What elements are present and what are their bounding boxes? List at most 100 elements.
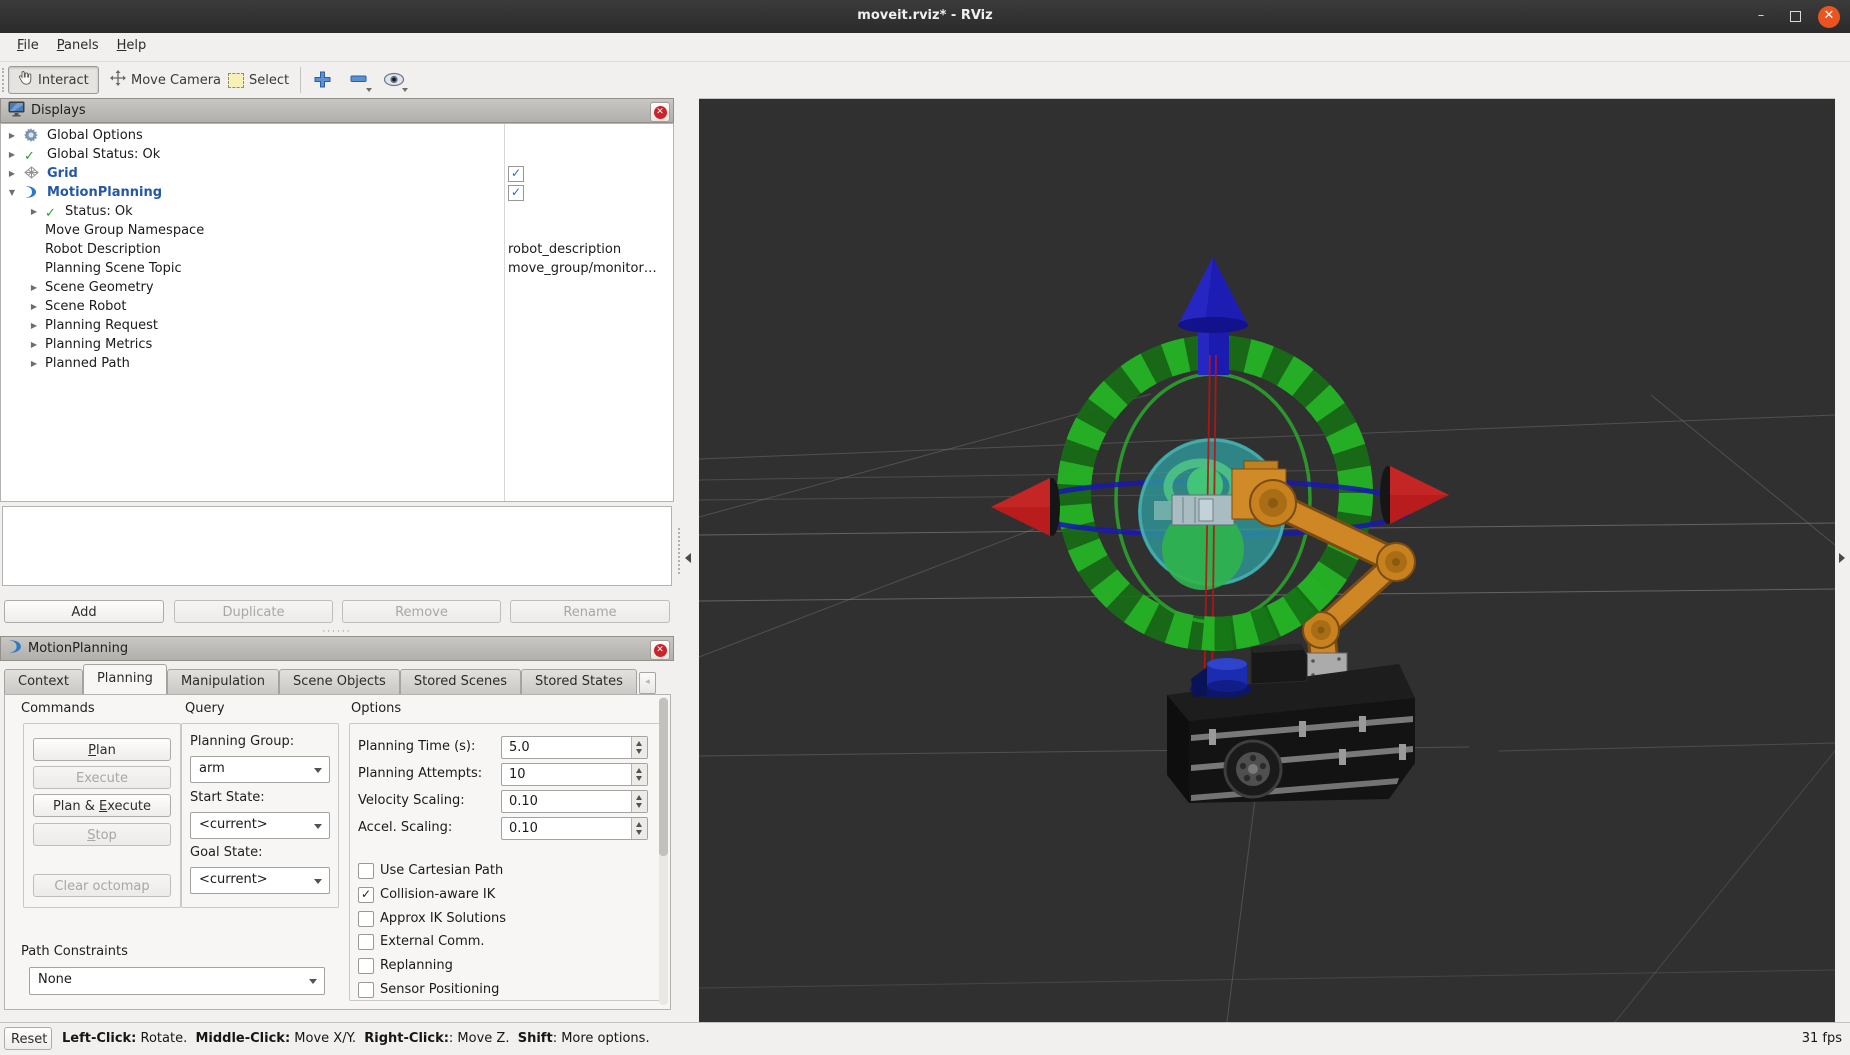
- collapse-arrow-icon[interactable]: ▼: [7, 183, 17, 202]
- option-checkbox-approx-ik-solutions[interactable]: Approx IK Solutions: [358, 910, 648, 928]
- minimize-button[interactable]: –: [1750, 6, 1772, 28]
- motionplanning-panel-header[interactable]: MotionPlanning ✕: [0, 636, 674, 661]
- option-checkbox-replanning[interactable]: Replanning: [358, 957, 648, 975]
- enabled-checkbox[interactable]: ✓: [508, 185, 524, 201]
- tab-context[interactable]: Context: [4, 669, 83, 694]
- tab-stored-states[interactable]: Stored States: [521, 669, 637, 694]
- plan-button[interactable]: Plan: [33, 738, 171, 761]
- tree-row-motionplanning[interactable]: ▼ MotionPlanning ✓: [1, 183, 673, 202]
- spinner-down-icon[interactable]: [636, 803, 642, 808]
- expand-right-icon[interactable]: [1839, 553, 1845, 563]
- checkbox[interactable]: [358, 982, 374, 998]
- checkbox[interactable]: [358, 934, 374, 951]
- tree-row-value[interactable]: move_group/monitor…: [508, 259, 657, 278]
- menu-panels[interactable]: Panels: [48, 33, 108, 58]
- spinner-buttons[interactable]: [631, 764, 647, 785]
- maximize-button[interactable]: [1784, 6, 1806, 28]
- spinner-down-icon[interactable]: [636, 830, 642, 835]
- tab-scroll-left-icon[interactable]: ◂: [638, 672, 656, 694]
- planning-attempts-input[interactable]: 10: [501, 763, 648, 786]
- option-checkbox-external-comm[interactable]: External Comm.: [358, 933, 648, 951]
- tree-row-move-group-namespace[interactable]: Move Group Namespace: [1, 221, 673, 240]
- tree-row-planned-path[interactable]: ▶ Planned Path: [1, 354, 673, 373]
- spinner-buttons[interactable]: [631, 818, 647, 839]
- tree-row-status-ok[interactable]: ▶ ✓ Status: Ok: [1, 202, 673, 221]
- panel-viewport-splitter[interactable]: [674, 98, 699, 1022]
- expand-arrow-icon[interactable]: ▶: [7, 126, 17, 145]
- start-state-dropdown[interactable]: <current>: [190, 812, 330, 839]
- select-tool-button[interactable]: Select: [218, 66, 299, 94]
- spinner-up-icon[interactable]: [636, 795, 642, 800]
- menu-file[interactable]: File: [8, 33, 48, 58]
- displays-close-button[interactable]: ✕: [650, 102, 670, 122]
- tree-row-global-options[interactable]: ▶ Global Options: [1, 126, 673, 145]
- panel-splitter-handle[interactable]: ······: [0, 628, 674, 637]
- tree-row-planning-metrics[interactable]: ▶ Planning Metrics: [1, 335, 673, 354]
- motionplanning-close-button[interactable]: ✕: [650, 640, 670, 660]
- reset-button[interactable]: Reset: [4, 1027, 52, 1050]
- tab-stored-scenes[interactable]: Stored Scenes: [399, 669, 521, 694]
- expand-arrow-icon[interactable]: ▶: [29, 202, 39, 221]
- expand-arrow-icon[interactable]: ▶: [29, 316, 39, 335]
- clear-octomap-button[interactable]: Clear octomap: [33, 874, 171, 897]
- planning-group-dropdown[interactable]: arm: [190, 756, 330, 783]
- tree-row-grid[interactable]: ▶ Grid ✓: [1, 164, 673, 183]
- accel-scaling-input[interactable]: 0.10: [501, 817, 648, 840]
- right-edge-strip[interactable]: [1835, 98, 1850, 1022]
- spinner-down-icon[interactable]: [636, 776, 642, 781]
- execute-button[interactable]: Execute: [33, 766, 171, 789]
- remove-button[interactable]: Remove: [342, 600, 501, 623]
- tab-scene-objects[interactable]: Scene Objects: [278, 669, 400, 694]
- checkbox[interactable]: [358, 863, 374, 879]
- close-button[interactable]: ✕: [1818, 6, 1840, 28]
- rename-button[interactable]: Rename: [510, 600, 670, 623]
- title-bar[interactable]: moveit.rviz* - RViz – ✕: [0, 0, 1850, 34]
- checkbox[interactable]: [358, 910, 374, 927]
- tree-row-value[interactable]: robot_description: [508, 240, 621, 259]
- spinner-up-icon[interactable]: [636, 822, 642, 827]
- tree-row-scene-geometry[interactable]: ▶ Scene Geometry: [1, 278, 673, 297]
- add-button[interactable]: Add: [4, 600, 164, 623]
- path-constraints-dropdown[interactable]: None: [29, 967, 325, 995]
- tree-row-global-status-ok[interactable]: ▶ ✓ Global Status: Ok: [1, 145, 673, 164]
- velocity-scaling-input[interactable]: 0.10: [501, 790, 648, 813]
- tab-manipulation[interactable]: Manipulation: [166, 669, 279, 694]
- pane-scrollbar[interactable]: [659, 697, 668, 1005]
- checkbox[interactable]: [358, 958, 374, 975]
- expand-arrow-icon[interactable]: ▶: [29, 354, 39, 373]
- collapse-left-icon[interactable]: [685, 553, 691, 563]
- expand-arrow-icon[interactable]: ▶: [29, 335, 39, 354]
- option-checkbox-use-cartesian-path[interactable]: Use Cartesian Path: [358, 862, 648, 880]
- scrollbar-thumb[interactable]: [659, 698, 668, 856]
- stop-button[interactable]: Stop: [33, 823, 171, 846]
- displays-panel-header[interactable]: Displays ✕: [0, 98, 674, 123]
- spinner-down-icon[interactable]: [636, 749, 642, 754]
- expand-arrow-icon[interactable]: ▶: [7, 145, 17, 164]
- focus-camera-menu-arrow-icon[interactable]: [402, 88, 408, 92]
- move-camera-tool-button[interactable]: Move Camera: [100, 66, 231, 94]
- spinner-up-icon[interactable]: [636, 741, 642, 746]
- option-checkbox-collision-aware-ik[interactable]: ✓ Collision-aware IK: [358, 886, 648, 904]
- spinner-buttons[interactable]: [631, 791, 647, 812]
- option-checkbox-sensor-positioning[interactable]: Sensor Positioning: [358, 981, 648, 999]
- plan-and-execute-button[interactable]: Plan & Execute: [33, 794, 171, 817]
- expand-arrow-icon[interactable]: ▶: [29, 297, 39, 316]
- menu-help[interactable]: Help: [108, 33, 156, 58]
- checkbox[interactable]: ✓: [358, 886, 374, 903]
- goal-state-dropdown[interactable]: <current>: [190, 867, 330, 894]
- zoom-out-menu-arrow-icon[interactable]: [366, 88, 372, 92]
- expand-arrow-icon[interactable]: ▶: [29, 278, 39, 297]
- tree-row-robot-description[interactable]: Robot Description robot_description: [1, 240, 673, 259]
- spinner-buttons[interactable]: [631, 737, 647, 758]
- interact-tool-button[interactable]: Interact: [8, 66, 99, 94]
- tree-row-planning-request[interactable]: ▶ Planning Request: [1, 316, 673, 335]
- duplicate-button[interactable]: Duplicate: [174, 600, 333, 623]
- 3d-viewport[interactable]: [698, 99, 1836, 1023]
- splitter-grip[interactable]: [678, 528, 682, 574]
- tab-planning[interactable]: Planning: [82, 664, 167, 694]
- enabled-checkbox[interactable]: ✓: [508, 166, 524, 182]
- zoom-in-icon[interactable]: [308, 66, 336, 92]
- spinner-up-icon[interactable]: [636, 768, 642, 773]
- tree-row-planning-scene-topic[interactable]: Planning Scene Topic move_group/monitor…: [1, 259, 673, 278]
- planning-time-s-input[interactable]: 5.0: [501, 736, 648, 759]
